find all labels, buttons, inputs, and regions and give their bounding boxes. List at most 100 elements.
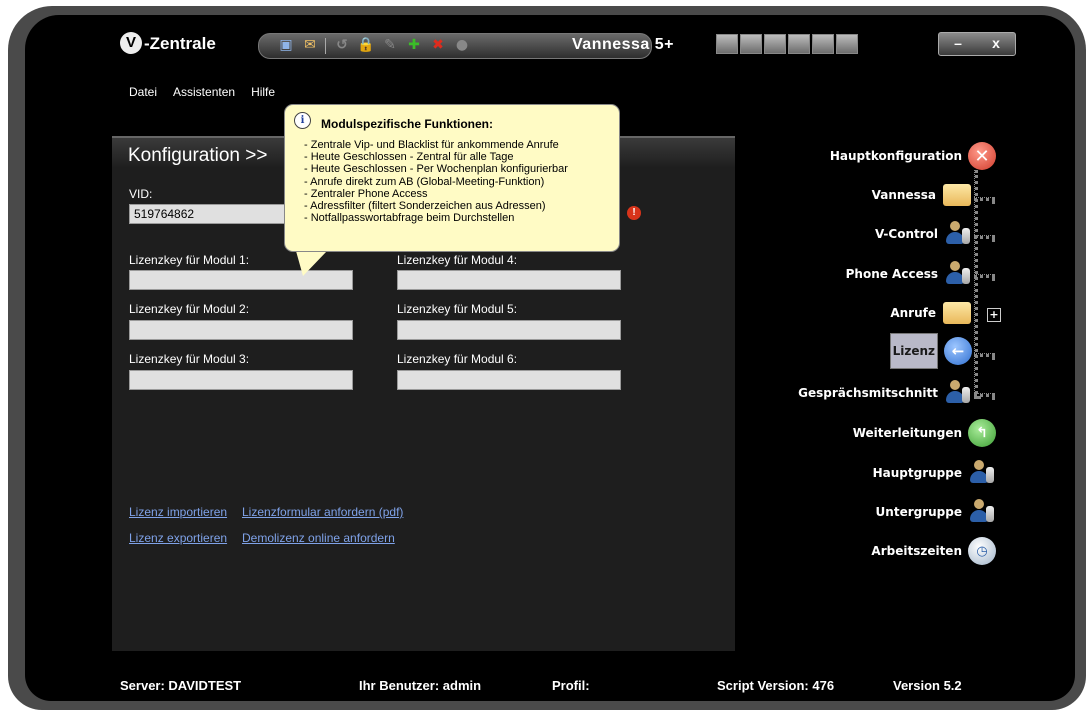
user-key-icon: [944, 220, 972, 248]
tooltip-line: - Heute Geschlossen - Per Wochenplan kon…: [304, 163, 568, 176]
server-status: Server: DAVIDTEST: [120, 678, 242, 693]
undo-icon[interactable]: ↺: [333, 36, 351, 54]
sidebar-item-label: Vannessa: [871, 188, 936, 202]
expand-anrufe-icon[interactable]: +: [987, 308, 1001, 322]
tree-connector: [974, 235, 995, 239]
module-1-label: Lizenzkey für Modul 1:: [129, 253, 250, 267]
sidebar-item-label: Hauptkonfiguration: [829, 149, 962, 163]
tooltip-line: - Notfallpasswortabfrage beim Durchstell…: [304, 212, 515, 225]
window-title: Vannessa 5+: [572, 36, 675, 53]
sidebar-item-hauptgruppe[interactable]: Hauptgruppe: [873, 459, 996, 487]
tree-connector: [974, 197, 995, 201]
import-license-link[interactable]: Lizenz importieren: [129, 505, 227, 519]
tree-connector: [974, 393, 995, 397]
tooltip-line: - Anrufe direkt zum AB (Global-Meeting-F…: [304, 175, 545, 188]
menu-item-assistenten[interactable]: Assistenten: [173, 85, 235, 99]
status-icon: [788, 34, 810, 54]
module-tooltip: i Modulspezifische Funktionen: - Zentral…: [284, 104, 620, 252]
open-folder-icon[interactable]: ✉: [301, 36, 319, 54]
license-form-link[interactable]: Lizenzformular anfordern (pdf): [242, 505, 403, 519]
user-key-icon: [968, 459, 996, 487]
sidebar-item-anrufe[interactable]: Anrufe: [890, 299, 972, 327]
sidebar-item-v-control[interactable]: V-Control: [875, 220, 972, 248]
module-4-key-field[interactable]: [397, 270, 621, 290]
lock-icon[interactable]: 🔒: [357, 36, 375, 54]
sidebar-item-label: Weiterleitungen: [852, 426, 962, 440]
tooltip-line: - Adressfilter (filtert Sonderzeichen au…: [304, 200, 546, 213]
module-5-key-field[interactable]: [397, 320, 621, 340]
sidebar-item-label: Arbeitszeiten: [871, 544, 962, 558]
navigation-sidebar: + Hauptkonfiguration ✕ Vannessa V-Contro…: [780, 136, 1020, 596]
module-3-label: Lizenzkey für Modul 3:: [129, 352, 250, 366]
menu-bar: Datei Assistenten Hilfe: [129, 85, 275, 99]
app-version: Version 5.2: [893, 678, 962, 693]
profile-status: Profil:: [552, 678, 590, 693]
export-license-link[interactable]: Lizenz exportieren: [129, 531, 227, 545]
sidebar-item-lizenz[interactable]: Lizenz ←: [889, 333, 972, 369]
edit-icon[interactable]: ✎: [381, 36, 399, 54]
module-5-label: Lizenzkey für Modul 5:: [397, 302, 518, 316]
save-icon[interactable]: ▣: [277, 36, 295, 54]
close-button[interactable]: x: [977, 33, 1015, 55]
sidebar-item-label: Phone Access: [845, 267, 938, 281]
status-icon: [764, 34, 786, 54]
user-key-icon: [944, 260, 972, 288]
sidebar-item-label: Lizenz: [889, 333, 938, 369]
info-icon: i: [294, 112, 311, 129]
user-status: Ihr Benutzer: admin: [359, 678, 482, 693]
sidebar-item-vannessa[interactable]: Vannessa: [872, 181, 972, 209]
tooltip-line: - Heute Geschlossen - Zentral für alle T…: [304, 151, 514, 164]
folder-icon: [943, 302, 971, 324]
status-icon: [740, 34, 762, 54]
warning-icon[interactable]: !: [627, 206, 641, 220]
add-icon[interactable]: ✚: [405, 36, 423, 54]
close-circle-icon: ✕: [968, 142, 996, 170]
menu-item-hilfe[interactable]: Hilfe: [251, 85, 275, 99]
user-key-icon: [968, 498, 996, 526]
app-logo-icon: V: [120, 32, 142, 54]
module-4-label: Lizenzkey für Modul 4:: [397, 253, 518, 267]
demo-license-link[interactable]: Demolizenz online anfordern: [242, 531, 395, 545]
toolbar-separator: [325, 38, 326, 54]
info-icon[interactable]: ●: [453, 36, 471, 54]
vid-label: VID:: [129, 187, 153, 201]
menu-item-datei[interactable]: Datei: [129, 85, 157, 99]
status-icon: [716, 34, 738, 54]
sidebar-item-label: Hauptgruppe: [872, 466, 962, 480]
tree-connector: [974, 170, 978, 399]
module-6-key-field[interactable]: [397, 370, 621, 390]
tooltip-line: - Zentrale Vip- und Blacklist für ankomm…: [304, 139, 559, 151]
sidebar-item-label: Untergruppe: [875, 505, 962, 519]
title-bar: V -Zentrale ▣ ✉ ↺ 🔒 ✎ ✚ ✖ ● Vannessa 5+ …: [120, 30, 1020, 62]
user-key-icon: [944, 379, 972, 407]
folder-icon: [943, 184, 971, 206]
minimize-button[interactable]: –: [939, 33, 977, 55]
redirect-icon: ↰: [968, 419, 996, 447]
back-arrow-icon: ←: [944, 337, 972, 365]
sidebar-item-arbeitszeiten[interactable]: Arbeitszeiten ◷: [871, 537, 996, 565]
status-icon: [836, 34, 858, 54]
sidebar-item-gespraechsmitschnitt[interactable]: Gesprächsmitschnitt: [798, 379, 972, 407]
sidebar-item-label: Anrufe: [890, 306, 936, 320]
delete-icon[interactable]: ✖: [429, 36, 447, 54]
vid-field[interactable]: [129, 204, 287, 224]
tree-connector: [974, 274, 995, 278]
sidebar-item-phone-access[interactable]: Phone Access: [846, 260, 972, 288]
status-icon: [812, 34, 834, 54]
tooltip-title: Modulspezifische Funktionen:: [321, 117, 494, 131]
sidebar-item-untergruppe[interactable]: Untergruppe: [876, 498, 996, 526]
sidebar-item-label: Gesprächsmitschnitt: [798, 386, 938, 400]
tooltip-line: - Zentraler Phone Access: [304, 187, 428, 200]
module-6-label: Lizenzkey für Modul 6:: [397, 352, 518, 366]
window-controls: – x: [938, 32, 1016, 56]
panel-title: Konfiguration >>: [128, 145, 268, 166]
app-title: -Zentrale: [144, 34, 216, 53]
tree-connector: [974, 353, 995, 357]
script-version: Script Version: 476: [717, 678, 835, 693]
module-2-key-field[interactable]: [129, 320, 353, 340]
sidebar-item-weiterleitungen[interactable]: Weiterleitungen ↰: [853, 419, 996, 447]
module-2-label: Lizenzkey für Modul 2:: [129, 302, 250, 316]
sidebar-item-label: V-Control: [875, 227, 938, 241]
sidebar-item-hauptkonfiguration[interactable]: Hauptkonfiguration ✕: [830, 142, 996, 170]
module-3-key-field[interactable]: [129, 370, 353, 390]
